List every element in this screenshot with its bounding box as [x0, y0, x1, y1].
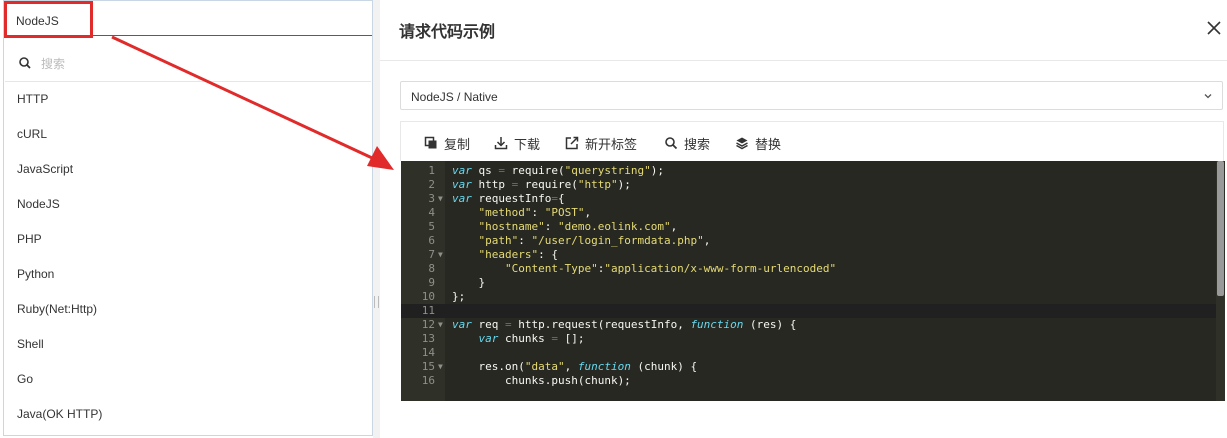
- line-number: 15: [421, 360, 435, 373]
- fold-toggle-icon[interactable]: ▼: [438, 360, 443, 374]
- code-editor[interactable]: 1 var qs = require("querystring"); 2 var ht…: [401, 161, 1225, 401]
- dropdown-search[interactable]: 搜索: [5, 44, 371, 82]
- fold-toggle-icon[interactable]: ▼: [438, 318, 443, 332]
- search-icon: [665, 137, 678, 150]
- editor-scrollbar[interactable]: [1216, 161, 1225, 401]
- line-number: 5: [428, 220, 435, 233]
- line-number: 4: [428, 206, 435, 219]
- close-icon[interactable]: [1204, 18, 1224, 38]
- line-number: 8: [428, 262, 435, 275]
- code-text: "headers": {: [478, 248, 558, 261]
- fold-toggle-icon[interactable]: ▼: [438, 192, 443, 206]
- copy-button[interactable]: 复制: [424, 134, 470, 152]
- code-line[interactable]: 16 chunks.push(chunk);: [401, 374, 1225, 388]
- panel-splitter[interactable]: [373, 0, 380, 438]
- language-options-list: HTTP cURL JavaScript NodeJS PHP Python R…: [5, 82, 371, 432]
- language-option[interactable]: Java(OK HTTP): [5, 397, 371, 432]
- line-number: 13: [421, 332, 435, 345]
- line-number: 11: [421, 304, 435, 317]
- language-option[interactable]: JavaScript: [5, 152, 371, 187]
- download-label: 下载: [514, 136, 541, 152]
- code-text: };: [452, 290, 466, 303]
- copy-label: 复制: [444, 136, 471, 152]
- code-line[interactable]: 8 "Content-Type":"application/x-www-form…: [401, 262, 1225, 276]
- code-toolbar: 复制 下载 新开标签 搜索 替换: [400, 121, 1224, 161]
- chevron-down-icon: [1204, 94, 1212, 99]
- language-framework-select[interactable]: NodeJS / Native: [400, 81, 1223, 110]
- splitter-grip[interactable]: [374, 296, 379, 308]
- code-text: "hostname": "demo.eolink.com",: [478, 220, 678, 233]
- code-text: "method": "POST",: [478, 206, 592, 219]
- external-link-icon: [565, 136, 579, 150]
- code-line[interactable]: 3 ▼ var requestInfo={: [401, 192, 1225, 206]
- line-number: 2: [428, 178, 435, 191]
- download-button[interactable]: 下载: [494, 134, 540, 152]
- line-number: 14: [421, 346, 435, 359]
- code-line[interactable]: 4 "method": "POST",: [401, 206, 1225, 220]
- code-text: "path": "/user/login_formdata.php",: [478, 234, 711, 247]
- line-number: 16: [421, 374, 435, 387]
- search-icon: [19, 57, 31, 69]
- code-line[interactable]: 1 var qs = require("querystring");: [401, 164, 1225, 178]
- code-text: "Content-Type":"application/x-www-form-u…: [504, 262, 837, 275]
- search-button[interactable]: 搜索: [664, 134, 710, 152]
- highlight-annotation-box: [4, 1, 93, 38]
- line-number: 12: [421, 318, 435, 331]
- search-label: 搜索: [684, 136, 711, 152]
- line-number: 3: [428, 192, 435, 205]
- line-number: 9: [428, 276, 435, 289]
- code-text: res.on("data", function (chunk) {: [452, 360, 698, 373]
- layers-icon: [736, 137, 748, 150]
- code-text: var req = http.request(requestInfo, func…: [452, 318, 797, 331]
- line-number: 1: [428, 164, 435, 177]
- code-line[interactable]: 9 }: [401, 276, 1225, 290]
- code-line[interactable]: 7 ▼ "headers": {: [401, 248, 1225, 262]
- new-tab-label: 新开标签: [585, 136, 638, 152]
- language-option[interactable]: HTTP: [5, 82, 371, 117]
- code-line[interactable]: 13 var chunks = [];: [401, 332, 1225, 346]
- language-dropdown-panel: NodeJS 搜索 HTTP cURL JavaScript NodeJS PH…: [3, 0, 373, 436]
- line-number: 10: [421, 290, 435, 303]
- line-number: 6: [428, 234, 435, 247]
- language-option[interactable]: cURL: [5, 117, 371, 152]
- language-option[interactable]: Go: [5, 362, 371, 397]
- language-option[interactable]: PHP: [5, 222, 371, 257]
- language-option[interactable]: Python: [5, 257, 371, 292]
- replace-button[interactable]: 替换: [735, 134, 781, 152]
- code-line[interactable]: 5 "hostname": "demo.eolink.com",: [401, 220, 1225, 234]
- editor-scroll-thumb[interactable]: [1217, 161, 1224, 296]
- code-line[interactable]: 15 ▼ res.on("data", function (chunk) {: [401, 360, 1225, 374]
- language-option[interactable]: Shell: [5, 327, 371, 362]
- language-framework-value: NodeJS / Native: [411, 90, 498, 104]
- code-text: chunks.push(chunk);: [452, 374, 631, 387]
- copy-icon: [424, 136, 437, 149]
- line-number: 7: [428, 248, 435, 261]
- code-text: var http = require("http");: [452, 178, 631, 191]
- modal-title: 请求代码示例: [399, 24, 496, 41]
- code-text: var requestInfo={: [452, 192, 565, 205]
- app-root: { "left_panel": { "selected_value": "Nod…: [0, 0, 1227, 438]
- fold-toggle-icon[interactable]: ▼: [438, 248, 443, 262]
- code-line[interactable]: 6 "path": "/user/login_formdata.php",: [401, 234, 1225, 248]
- language-option[interactable]: Ruby(Net:Http): [5, 292, 371, 327]
- code-text: var qs = require("querystring");: [452, 164, 664, 177]
- header-divider: [380, 60, 1227, 61]
- new-tab-button[interactable]: 新开标签: [565, 134, 637, 152]
- code-line[interactable]: 11: [401, 304, 1225, 318]
- download-icon: [494, 137, 508, 150]
- code-line[interactable]: 14: [401, 346, 1225, 360]
- code-line[interactable]: 10};: [401, 290, 1225, 304]
- code-text: var chunks = [];: [478, 332, 585, 345]
- search-placeholder: 搜索: [41, 57, 66, 71]
- language-option[interactable]: NodeJS: [5, 187, 371, 222]
- code-line[interactable]: 2 var http = require("http");: [401, 178, 1225, 192]
- replace-label: 替换: [755, 136, 782, 152]
- code-text: }: [452, 276, 486, 289]
- code-line[interactable]: 12 ▼ var req = http.request(requestInfo, f…: [401, 318, 1225, 332]
